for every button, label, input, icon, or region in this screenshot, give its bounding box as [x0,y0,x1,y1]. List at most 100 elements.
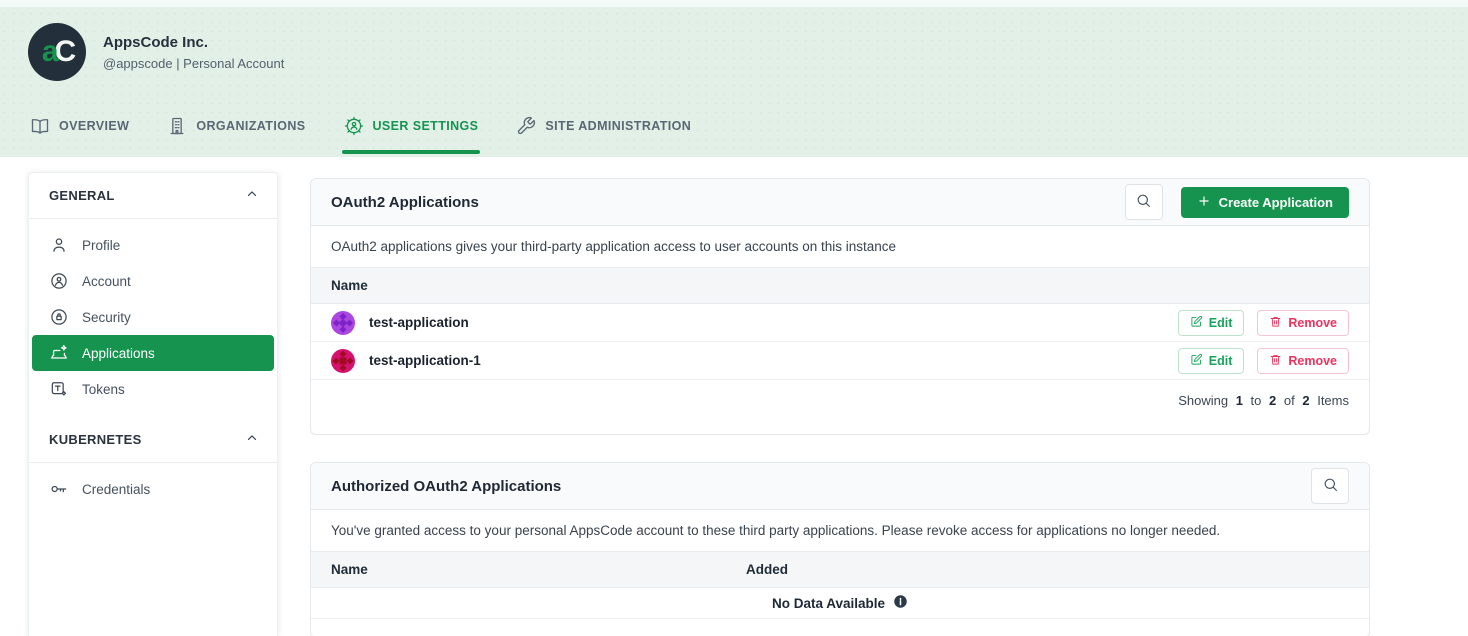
settings-sidebar: GENERAL Profile Account [28,172,278,636]
shield-lock-icon [49,307,69,327]
sidebar-item-label: Tokens [82,382,125,397]
pagination-text: to [1251,393,1262,408]
info-icon[interactable] [893,594,908,612]
sidebar-item-label: Credentials [82,482,150,497]
app-name: test-application [369,315,469,330]
app-name: test-application-1 [369,353,481,368]
laptop-gear-icon [49,343,69,363]
create-application-label: Create Application [1219,195,1333,210]
panel-title: OAuth2 Applications [331,194,479,211]
sidebar-item-tokens[interactable]: Tokens [29,371,277,407]
oauth2-panel-header: OAuth2 Applications Create Application [311,179,1369,226]
section-title: KUBERNETES [49,432,142,447]
sidebar-section-general[interactable]: GENERAL [29,173,277,219]
pagination-total: 2 [1302,393,1309,408]
appscode-logo-icon: a C [28,23,86,81]
sidebar-item-label: Profile [82,238,120,253]
pagination-start: 1 [1236,393,1243,408]
search-button[interactable] [1125,184,1163,220]
header: a C AppsCode Inc. @appscode | Personal A… [0,0,1468,157]
content: GENERAL Profile Account [0,157,1468,636]
remove-button[interactable]: Remove [1257,310,1349,336]
search-button[interactable] [1311,468,1349,504]
tab-user-settings[interactable]: USER SETTINGS [342,106,481,157]
remove-label: Remove [1288,354,1337,368]
table-row: test-application Edit Remove [311,304,1369,342]
pagination-text: Items [1317,393,1349,408]
tab-label: USER SETTINGS [373,119,479,133]
user-settings-gear-icon [344,116,364,136]
chevron-up-icon [245,431,259,448]
column-added: Added [746,562,1349,577]
panel-title: Authorized OAuth2 Applications [331,478,561,495]
sidebar-item-label: Account [82,274,131,289]
empty-state-text: No Data Available [772,596,885,611]
sidebar-section-kubernetes[interactable]: KUBERNETES [29,417,277,463]
sidebar-item-profile[interactable]: Profile [29,227,277,263]
sidebar-list-kubernetes: Credentials [29,463,277,517]
authorized-panel-header: Authorized OAuth2 Applications [311,463,1369,510]
table-header: Name [311,268,1369,304]
pagination-end: 2 [1269,393,1276,408]
edit-button[interactable]: Edit [1178,348,1245,374]
book-icon [30,116,50,136]
panel-footer [311,619,1369,636]
edit-button[interactable]: Edit [1178,310,1245,336]
pencil-icon [1190,315,1203,331]
panel-description: You've granted access to your personal A… [311,510,1369,552]
edit-label: Edit [1209,354,1233,368]
org-subtitle: @appscode | Personal Account [103,56,284,71]
edit-label: Edit [1209,316,1233,330]
table-row: test-application-1 Edit Remove [311,342,1369,380]
tab-site-administration[interactable]: SITE ADMINISTRATION [514,106,693,157]
authorized-oauth2-panel: Authorized OAuth2 Applications You've gr… [310,462,1370,636]
sidebar-item-account[interactable]: Account [29,263,277,299]
tab-overview[interactable]: OVERVIEW [28,106,131,157]
chevron-up-icon [245,187,259,204]
search-icon [1135,192,1152,212]
empty-state: No Data Available [311,588,1369,619]
pagination: Showing 1 to 2 of 2 Items [311,380,1369,434]
table-header: Name Added [311,552,1369,588]
org-identity: a C AppsCode Inc. @appscode | Personal A… [0,0,1468,81]
token-icon [49,379,69,399]
sidebar-item-security[interactable]: Security [29,299,277,335]
logo-letter-c: C [55,35,73,69]
app-avatar [331,349,355,373]
sidebar-list-general: Profile Account Security [29,219,277,417]
panel-actions: Create Application [1125,184,1349,220]
sidebar-item-credentials[interactable]: Credentials [29,471,277,507]
tab-label: OVERVIEW [59,119,129,133]
remove-button[interactable]: Remove [1257,348,1349,374]
trash-icon [1269,353,1282,369]
oauth2-applications-panel: OAuth2 Applications Create Application O… [310,178,1370,435]
sidebar-item-applications[interactable]: Applications [32,335,274,371]
key-icon [49,479,69,499]
org-name: AppsCode Inc. [103,34,284,51]
primary-tabs: OVERVIEW ORGANIZATIONS USER SETTINGS SIT… [28,106,693,157]
panel-actions [1311,468,1349,504]
remove-label: Remove [1288,316,1337,330]
tab-organizations[interactable]: ORGANIZATIONS [165,106,307,157]
section-title: GENERAL [49,188,115,203]
app-name-cell: test-application [331,311,469,335]
pencil-icon [1190,353,1203,369]
user-icon [49,235,69,255]
tab-label: SITE ADMINISTRATION [545,119,691,133]
main-area: OAuth2 Applications Create Application O… [310,178,1370,636]
column-name: Name [331,278,368,293]
sidebar-item-label: Applications [82,346,155,361]
app-name-cell: test-application-1 [331,349,481,373]
pagination-text: of [1284,393,1295,408]
header-top-strip [0,0,1468,7]
row-actions: Edit Remove [1178,310,1349,336]
create-application-button[interactable]: Create Application [1181,187,1349,218]
row-actions: Edit Remove [1178,348,1349,374]
pagination-summary: Showing 1 to 2 of 2 Items [1174,393,1349,408]
tab-label: ORGANIZATIONS [196,119,305,133]
account-badge-icon [49,271,69,291]
panel-description: OAuth2 applications gives your third-par… [311,226,1369,268]
building-icon [167,116,187,136]
pagination-text: Showing [1178,393,1228,408]
wrench-icon [516,116,536,136]
